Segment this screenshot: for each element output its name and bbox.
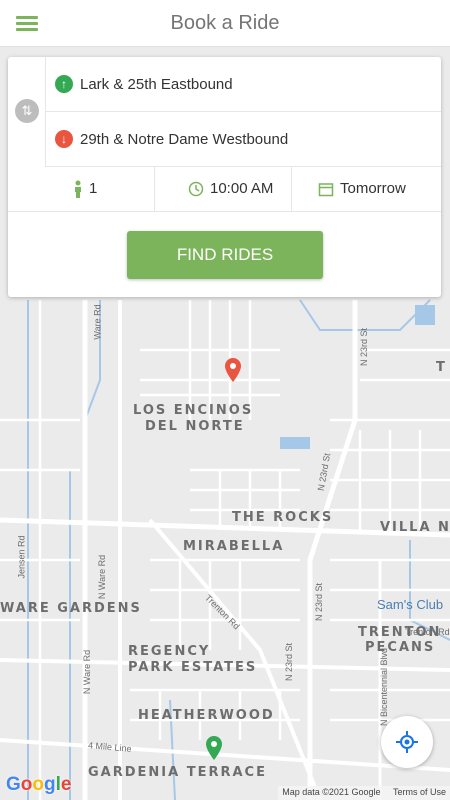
arrow-down-icon: ↓ — [55, 130, 73, 148]
neighborhood-label: VILLA N — [380, 520, 450, 535]
swap-column: ⇅ — [8, 57, 46, 167]
arrow-up-icon: ↑ — [55, 75, 73, 93]
neighborhood-label: LOS ENCINOS — [133, 403, 254, 418]
neighborhood-label: GARDENIA TERRACE — [88, 765, 267, 780]
passenger-selector[interactable]: 1 — [8, 167, 155, 212]
neighborhood-label: REGENCY — [128, 644, 211, 659]
poi-label: Sam's Club — [377, 597, 444, 612]
find-rides-button[interactable]: FIND RIDES — [127, 231, 323, 279]
street-label: N Bicentennial Blvd — [379, 647, 390, 727]
app-header: Book a Ride — [0, 0, 450, 47]
neighborhood-label: WARE GARDENS — [0, 601, 142, 616]
street-label: Trenton Rd — [405, 627, 450, 637]
time-selector[interactable]: 10:00 AM — [155, 167, 292, 212]
passenger-count: 1 — [89, 180, 98, 197]
crosshair-icon — [396, 731, 418, 753]
street-label: N 23rd St — [284, 642, 295, 682]
terms-link[interactable]: Terms of Use — [393, 787, 446, 797]
date-value: Tomorrow — [340, 180, 406, 197]
destination-label: 29th & Notre Dame Westbound — [80, 131, 289, 148]
origin-field[interactable]: ↑ Lark & 25th Eastbound — [46, 57, 441, 112]
street-label: N Ware Rd — [97, 554, 108, 600]
street-label: Ware Rd — [92, 304, 103, 340]
trip-options: 1 10:00 AM Tomorrow — [8, 167, 441, 212]
neighborhood-label: MIRABELLA — [183, 539, 285, 554]
origin-label: Lark & 25th Eastbound — [80, 76, 233, 93]
street-label: N 23rd St — [359, 327, 370, 367]
neighborhood-label: THE ROCKS — [232, 510, 334, 525]
date-selector[interactable]: Tomorrow — [292, 167, 441, 212]
destination-marker-icon[interactable] — [225, 358, 241, 382]
attribution-text: Map data ©2021 Google — [282, 787, 381, 797]
booking-card: ⇅ ↑ Lark & 25th Eastbound ↓ 29th & Notre… — [8, 57, 441, 297]
neighborhood-label: PECANS — [365, 640, 436, 655]
person-icon — [75, 180, 81, 198]
my-location-button[interactable] — [381, 716, 433, 768]
map-attribution: Map data ©2021 Google Terms of Use — [278, 786, 450, 800]
page-title: Book a Ride — [170, 12, 280, 34]
neighborhood-label: HEATHERWOOD — [138, 708, 275, 723]
origin-marker-icon[interactable] — [206, 736, 222, 760]
time-value: 10:00 AM — [210, 180, 274, 197]
street-label: Jensen Rd — [16, 535, 27, 579]
google-logo: Google — [6, 774, 72, 795]
neighborhood-label: DEL NORTE — [145, 419, 245, 434]
calendar-icon — [318, 183, 334, 197]
clock-icon — [188, 181, 204, 197]
swap-icon[interactable]: ⇅ — [15, 99, 39, 123]
destination-field[interactable]: ↓ 29th & Notre Dame Westbound — [46, 112, 441, 167]
street-label: N 23rd St — [314, 582, 325, 622]
neighborhood-label: PARK ESTATES — [128, 660, 258, 675]
street-label: N Ware Rd — [82, 649, 93, 695]
neighborhood-label: T — [436, 360, 447, 375]
